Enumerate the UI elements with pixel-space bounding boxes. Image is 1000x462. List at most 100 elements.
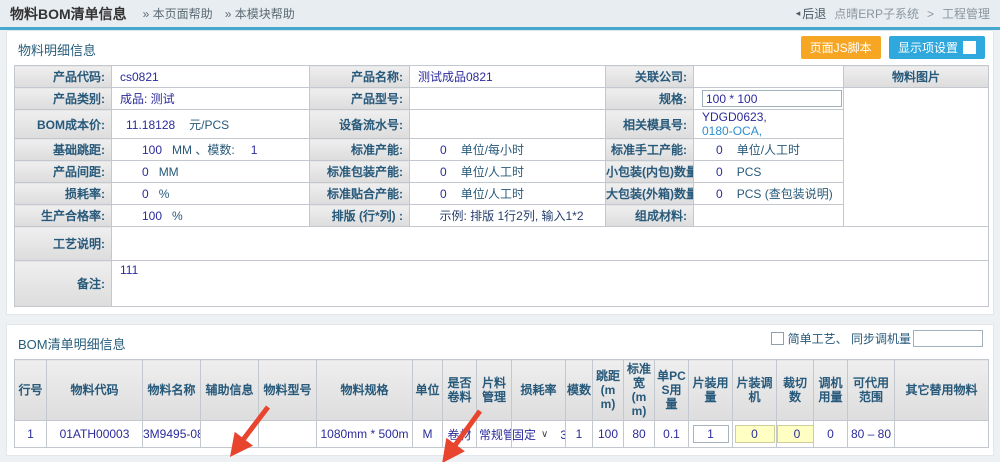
std-capacity-value: 0 [440, 143, 447, 157]
bom-header-material-name: 物料名称 [143, 360, 201, 421]
top-bar: 物料BOM清单信息 » 本页面帮助 » 本模块帮助 ◂后退 点晴ERP子系统 >… [0, 0, 1000, 30]
sheet-usage-input[interactable] [693, 425, 729, 443]
bom-cell-module: 1 [566, 421, 593, 448]
material-image-area [844, 88, 989, 227]
product-model-value [410, 88, 606, 110]
simple-process-checkbox[interactable] [771, 332, 784, 345]
bom-header-substitute-range: 可代用范围 [848, 360, 895, 421]
base-pitch-unit: MM 、模数: [172, 143, 235, 157]
bom-cost-label: BOM成本价: [15, 110, 112, 139]
device-serial-value [410, 110, 606, 139]
back-button[interactable]: ◂后退 [796, 5, 827, 22]
bom-cell-material-code: 01ATH00003 [47, 421, 143, 448]
small-pack-value: 0 [716, 165, 723, 179]
big-pack-unit: PCS (查包装说明) [737, 187, 833, 201]
breadcrumb-app[interactable]: 点晴ERP子系统 [834, 5, 919, 22]
loss-type-select[interactable]: 固定 ∨ [512, 426, 548, 443]
pass-rate-unit: % [172, 209, 183, 223]
loss-rate-unit: % [159, 187, 170, 201]
product-code-label: 产品代码: [15, 66, 112, 88]
product-category-label: 产品类别: [15, 88, 112, 110]
bom-header-aux-info: 辅助信息 [201, 360, 259, 421]
product-gap-unit: MM [159, 165, 179, 179]
loss-rate-value: 0 [142, 187, 149, 201]
remark-value: 111 [112, 261, 989, 307]
breadcrumb-module[interactable]: 工程管理 [942, 5, 990, 22]
big-pack-label: 大包装(外箱)数量: [606, 183, 694, 205]
simple-process-option: 简单工艺、 同步调机量 [771, 330, 983, 347]
spec-label: 规格: [606, 88, 694, 110]
bom-header-cut-count: 裁切数 [777, 360, 814, 421]
bom-cell-material-spec: 1080mm * 500m [317, 421, 413, 448]
module-count-value: 1 [251, 143, 258, 157]
materials-value [694, 205, 844, 227]
bom-cost-value: 11.18128 [126, 118, 175, 132]
bom-header-material-spec: 物料规格 [317, 360, 413, 421]
remark-label: 备注: [15, 261, 112, 307]
std-manual-capacity-label: 标准手工产能: [606, 139, 694, 161]
bom-cell-other-substitute [895, 421, 989, 448]
bom-header-other-substitute: 其它替用物料 [895, 360, 989, 421]
bom-header-std-width: 标准宽 (mm) [624, 360, 655, 421]
bom-header-is-roll: 是否卷料 [443, 360, 477, 421]
bom-header-pitch: 跳距 (mm) [593, 360, 624, 421]
sheet-tuning-input[interactable] [735, 425, 775, 443]
bom-cell-line-no: 1 [15, 421, 47, 448]
bom-cell-unit: M [413, 421, 443, 448]
page-title: 物料BOM清单信息 [10, 4, 127, 24]
std-pack-capacity-unit: 单位/人工时 [461, 165, 524, 179]
chevron-down-icon: ∨ [541, 429, 548, 440]
page-help-link[interactable]: » 本页面帮助 [143, 5, 213, 22]
spec-input[interactable] [702, 90, 842, 107]
bom-cost-unit: 元/PCS [189, 118, 229, 132]
small-pack-unit: PCS [737, 165, 762, 179]
std-manual-capacity-value: 0 [716, 143, 723, 157]
bom-cell-std-width: 80 [624, 421, 655, 448]
bom-cell-material-model [259, 421, 317, 448]
mold-number-link[interactable]: 0180-OCA, [702, 124, 843, 138]
std-fit-capacity-label: 标准贴合产能: [310, 183, 410, 205]
std-fit-capacity-value: 0 [440, 187, 447, 201]
bom-header-module: 模数 [566, 360, 593, 421]
product-code-value: cs0821 [112, 66, 310, 88]
loss-rate-label: 损耗率: [15, 183, 112, 205]
device-serial-label: 设备流水号: [310, 110, 410, 139]
mold-label: 相关模具号: [606, 110, 694, 139]
pass-rate-label: 生产合格率: [15, 205, 112, 227]
materials-label: 组成材料: [606, 205, 694, 227]
module-help-link[interactable]: » 本模块帮助 [225, 5, 295, 22]
bom-header-sheet-mgmt: 片料管理 [477, 360, 512, 421]
display-settings-button[interactable]: 显示项设置 [889, 36, 985, 59]
breadcrumb-separator: > [927, 7, 934, 21]
material-detail-panel: 物料明细信息 页面JS脚本 显示项设置 产品代码: cs0821 产品名称: 测… [6, 30, 994, 315]
bom-list-panel: BOM清单明细信息 简单工艺、 同步调机量 行号 物料代码 物料名称 辅助信息 … [6, 324, 994, 456]
std-fit-capacity-unit: 单位/人工时 [461, 187, 524, 201]
material-image-header: 物料图片 [844, 66, 989, 88]
bom-header-material-model: 物料型号 [259, 360, 317, 421]
std-capacity-label: 标准产能: [310, 139, 410, 161]
product-name-label: 产品名称: [310, 66, 410, 88]
bom-table: 行号 物料代码 物料名称 辅助信息 物料型号 物料规格 单位 是否卷料 片料管理… [14, 359, 989, 448]
process-note-label: 工艺说明: [15, 227, 112, 261]
sync-tuning-input[interactable] [913, 330, 983, 347]
bom-header-row: 行号 物料代码 物料名称 辅助信息 物料型号 物料规格 单位 是否卷料 片料管理… [15, 360, 989, 421]
related-company-label: 关联公司: [606, 66, 694, 88]
bom-header-tuning-usage: 调机用量 [814, 360, 848, 421]
bom-cell-pitch: 100 [593, 421, 624, 448]
display-settings-toggle[interactable] [963, 41, 976, 54]
page-js-script-button[interactable]: 页面JS脚本 [801, 36, 881, 59]
product-model-label: 产品型号: [310, 88, 410, 110]
base-pitch-label: 基础跳距: [15, 139, 112, 161]
bom-header-sheet-tuning: 片装调机 [733, 360, 777, 421]
mold-number-1: YDGD0623, [702, 110, 843, 124]
bom-cell-per-pcs-usage: 0.1 [655, 421, 689, 448]
cut-count-input[interactable] [777, 425, 814, 443]
loss-type-value: 固定 [512, 426, 536, 443]
bom-header-line-no: 行号 [15, 360, 47, 421]
material-detail-form: 产品代码: cs0821 产品名称: 测试成品0821 关联公司: 物料图片 产… [14, 65, 989, 307]
std-capacity-unit: 单位/每小时 [461, 143, 524, 157]
bom-cell-tuning-usage: 0 [814, 421, 848, 448]
display-settings-label: 显示项设置 [898, 39, 958, 56]
bom-cell-sheet-mgmt: 常规管理 [477, 421, 512, 448]
bom-cell-material-name: 3M9495-082 [143, 421, 201, 448]
